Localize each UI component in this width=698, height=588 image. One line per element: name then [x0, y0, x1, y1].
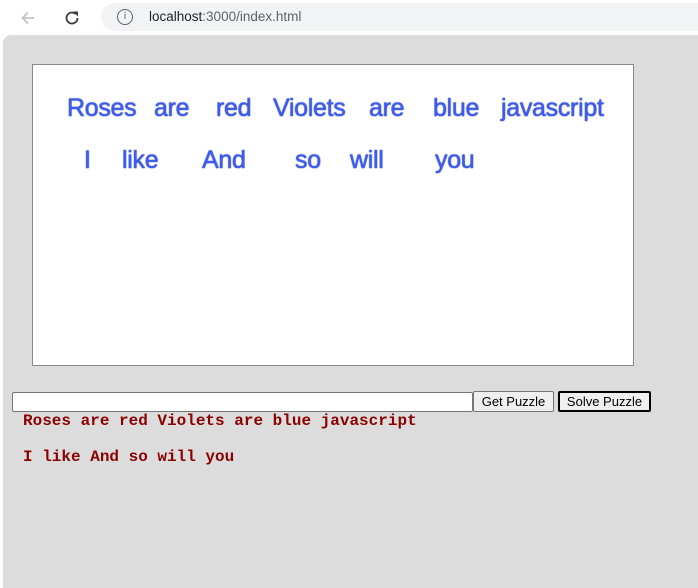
browser-toolbar: i localhost:3000/index.html	[0, 0, 698, 35]
puzzle-word: will	[350, 146, 384, 174]
puzzle-word: so	[295, 146, 321, 174]
reload-button[interactable]	[59, 5, 85, 31]
puzzle-word: blue	[433, 94, 480, 122]
solution-line-1: Roses are red Violets are blue javascrip…	[23, 412, 417, 430]
arrow-left-icon	[21, 11, 34, 25]
url-host: localhost	[149, 9, 203, 24]
puzzle-word: Roses	[67, 94, 137, 122]
get-puzzle-button[interactable]: Get Puzzle	[473, 391, 554, 412]
puzzle-word: red	[216, 94, 252, 122]
puzzle-word: javascript	[501, 94, 604, 122]
address-bar[interactable]: i localhost:3000/index.html	[101, 3, 698, 31]
puzzle-word: Violets	[273, 94, 346, 122]
puzzle-input[interactable]	[12, 392, 473, 412]
info-icon[interactable]: i	[117, 9, 133, 25]
back-button[interactable]	[15, 5, 41, 31]
url-text[interactable]: localhost:3000/index.html	[149, 9, 301, 25]
solve-puzzle-button[interactable]: Solve Puzzle	[558, 391, 651, 412]
page-viewport: Roses are red Violets are blue javascrip…	[3, 35, 698, 588]
puzzle-word: I	[84, 146, 91, 174]
puzzle-word: And	[202, 146, 246, 174]
puzzle-word: are	[369, 94, 405, 122]
url-path: :3000/index.html	[202, 9, 302, 24]
puzzle-word: are	[154, 94, 190, 122]
puzzle-word: you	[435, 146, 475, 174]
puzzle-controls: Get Puzzle Solve Puzzle	[12, 390, 672, 412]
puzzle-word: like	[122, 146, 159, 174]
reload-icon	[65, 11, 79, 25]
puzzle-canvas[interactable]: Roses are red Violets are blue javascrip…	[32, 64, 634, 366]
solution-line-2: I like And so will you	[23, 448, 235, 466]
